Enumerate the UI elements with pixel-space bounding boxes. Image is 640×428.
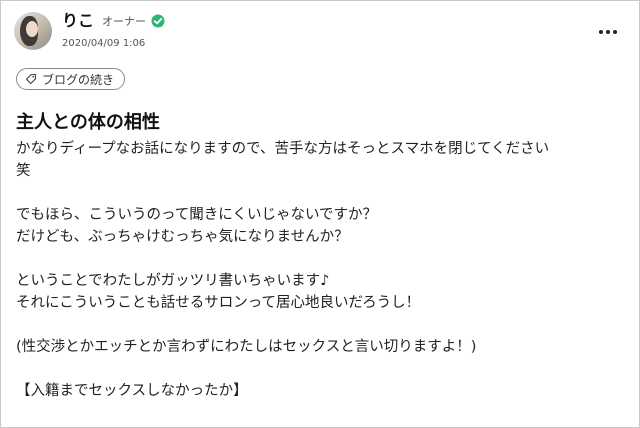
post-title: 主人との体の相性 bbox=[16, 112, 160, 133]
post-line: 笑 bbox=[16, 163, 31, 179]
more-options-button[interactable] bbox=[594, 22, 622, 42]
tag-chip[interactable]: ブログの続き bbox=[16, 68, 126, 90]
avatar[interactable] bbox=[14, 12, 52, 50]
more-horizontal-icon bbox=[606, 30, 610, 34]
verified-check-icon bbox=[151, 14, 165, 28]
post-line-blank bbox=[16, 358, 624, 380]
post-line-blank bbox=[16, 314, 624, 336]
post-line: ということでわたしがガッツリ書いちゃいます♪ bbox=[16, 273, 330, 289]
post-line-blank bbox=[16, 182, 624, 204]
more-horizontal-icon bbox=[599, 30, 603, 34]
avatar-face bbox=[26, 21, 38, 37]
post-line-blank bbox=[16, 248, 624, 270]
post-line: それにこういうことも話せるサロンって居心地良いだろうし！ bbox=[16, 295, 421, 311]
post-line: 【入籍までセックスしなかったか】 bbox=[16, 383, 248, 399]
post-timestamp: 2020/04/09 1:06 bbox=[62, 38, 146, 49]
more-horizontal-icon bbox=[613, 30, 617, 34]
author-name[interactable]: りこ bbox=[62, 11, 94, 31]
owner-badge: オーナー bbox=[102, 15, 146, 28]
post-line: かなりディープなお話になりますので、苦手な方はそっとスマホを閉じてください bbox=[16, 141, 550, 157]
post-line: でもほら、こういうのって聞きにくいじゃないですか？ bbox=[16, 207, 378, 223]
tag-icon bbox=[25, 73, 37, 85]
tag-label: ブログの続き bbox=[42, 72, 115, 87]
post-body: かなりディープなお話になりますので、苦手な方はそっとスマホを閉じてください 笑 … bbox=[16, 138, 624, 402]
post-line: (性交渉とかエッチとか言わずにわたしはセックスと言い切りますよ！) bbox=[16, 339, 477, 355]
post-line: だけども、ぶっちゃけむっちゃ気になりませんか？ bbox=[16, 229, 349, 245]
